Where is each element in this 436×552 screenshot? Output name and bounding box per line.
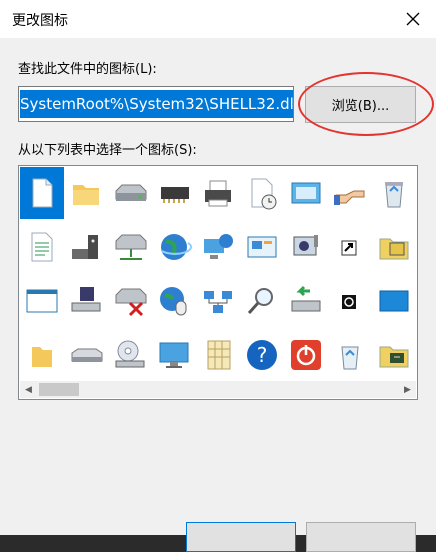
globe-icon [161,234,192,260]
drive-disconnected-icon [115,288,147,317]
icon-cell[interactable] [240,221,284,273]
icon-cell[interactable] [20,221,64,273]
browse-button[interactable]: 浏览(B)... [305,86,416,123]
power-small-icon [342,295,356,309]
tool-window-icon [293,235,318,256]
icon-cell[interactable] [196,167,240,219]
icon-cell[interactable] [152,167,196,219]
text-document-icon [31,232,53,262]
icon-cell[interactable] [196,329,240,381]
icon-cell[interactable] [152,329,196,381]
shortcut-arrow-icon [341,240,357,256]
icon-cell[interactable] [108,167,152,219]
icon-cell[interactable] [372,167,416,219]
close-icon [406,12,420,26]
icon-cell[interactable] [152,221,196,273]
icon-cell[interactable] [284,167,328,219]
recycle-bin-full-icon [385,182,403,208]
icon-cell[interactable] [64,221,108,273]
cancel-button[interactable] [306,522,416,552]
file-label: 查找此文件中的图标(L): [18,62,157,77]
icon-cell[interactable] [20,329,64,381]
icon-cell[interactable] [328,221,372,273]
icon-cell[interactable] [196,275,240,327]
svg-text:?: ? [257,343,268,367]
icon-cell[interactable] [64,275,108,327]
icon-file-path-input[interactable]: SystemRoot%\System32\SHELL32.dll [18,86,294,122]
icon-cell[interactable]: ? [240,329,284,381]
icon-cell[interactable] [240,167,284,219]
ok-button[interactable] [186,522,296,552]
help-icon: ? [247,340,277,370]
globe-mouse-icon [160,287,187,316]
horizontal-scrollbar[interactable]: ◀ ▶ [20,381,416,398]
power-icon [291,340,321,370]
drive-icon [115,184,147,201]
hand-share-icon [334,190,365,205]
drive-flat-icon [71,348,103,362]
magnifier-icon [247,288,273,315]
folder-small-icon [32,347,52,367]
drive-arrow-icon [291,285,321,312]
change-icon-dialog: 更改图标 查找此文件中的图标(L): SystemRoot%\System32\… [0,0,436,552]
icon-cell[interactable] [108,221,152,273]
application-window-icon [26,289,58,313]
floppy-drive-icon [71,287,101,312]
icon-cell[interactable] [20,167,64,219]
icon-cell[interactable] [64,329,108,381]
monitor-icon [159,342,189,368]
window-title: 更改图标 [12,13,68,29]
scrollbar-thumb[interactable] [39,383,79,396]
icon-cell[interactable] [372,275,416,327]
blank-document-icon [32,178,53,208]
scroll-left-arrow-icon[interactable]: ◀ [20,381,37,398]
icon-cell[interactable] [284,275,328,327]
folder-icon [73,185,99,205]
document-grid-icon [207,340,231,370]
network-globe-icon [204,234,233,259]
icon-list-label: 从以下列表中选择一个图标(S): [18,143,197,158]
icon-list[interactable]: ? ◀ ▶ [18,165,418,400]
printer-icon [205,180,231,207]
network-drive-icon [115,234,147,260]
close-button[interactable] [390,0,436,38]
cd-drive-icon [115,340,145,368]
folder-tools-icon [379,238,409,260]
icon-cell[interactable] [328,275,372,327]
recycle-bin-icon [341,346,359,370]
icon-cell[interactable] [152,275,196,327]
folder-network-icon [379,346,409,368]
icon-cell[interactable] [240,275,284,327]
control-panel-icon [247,236,277,258]
scroll-right-arrow-icon[interactable]: ▶ [399,381,416,398]
icon-cell[interactable] [372,329,416,381]
blue-screen-icon [379,290,409,312]
icon-cell[interactable] [328,167,372,219]
computer-tower-icon [72,235,98,259]
document-clock-icon [251,178,277,210]
title-bar: 更改图标 [0,0,436,38]
icon-cell[interactable] [108,275,152,327]
icon-cell[interactable] [20,275,64,327]
icon-cell[interactable] [372,221,416,273]
window-screen-icon [291,182,321,204]
icon-cell[interactable] [328,329,372,381]
icon-cell[interactable] [108,329,152,381]
icon-cell[interactable] [284,221,328,273]
icon-cell[interactable] [64,167,108,219]
path-value: SystemRoot%\System32\SHELL32.dll [20,90,293,118]
network-icon [204,291,232,313]
icon-cell[interactable] [196,221,240,273]
memory-chip-icon [161,187,189,203]
icon-cell[interactable] [284,329,328,381]
